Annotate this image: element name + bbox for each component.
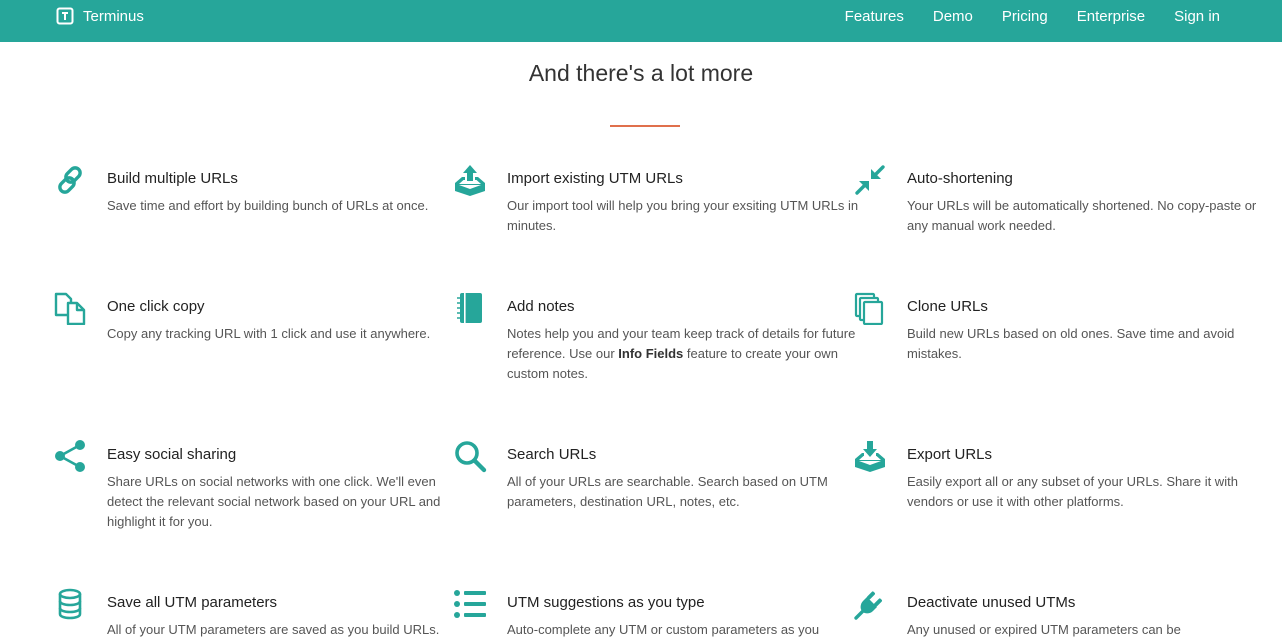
feature-description: Share URLs on social networks with one c…: [107, 474, 441, 529]
feature-title: Import existing UTM URLs: [507, 170, 683, 187]
feature-title: Add notes: [507, 298, 575, 315]
top-navbar: Terminus Features Demo Pricing Enterpris…: [0, 0, 1282, 42]
list-icon: [453, 586, 487, 622]
feature-build-multiple-urls: Build multiple URLs Save time and effort…: [58, 166, 467, 216]
info-fields-label: Info Fields: [618, 346, 684, 361]
feature-utm-suggestions: UTM suggestions as you type Auto-complet…: [454, 590, 867, 640]
feature-description: All of your UTM parameters are saved as …: [107, 622, 440, 637]
feature-description: Notes help you and your team keep track …: [507, 326, 856, 381]
feature-title: One click copy: [107, 298, 205, 315]
share-icon: [53, 438, 87, 474]
feature-description: Copy any tracking URL with 1 click and u…: [107, 326, 431, 341]
feature-description: Our import tool will help you bring your…: [507, 198, 859, 233]
search-icon: [453, 438, 487, 474]
nav-enterprise[interactable]: Enterprise: [1077, 8, 1145, 25]
feature-title: Search URLs: [507, 446, 597, 463]
feature-title: Export URLs: [907, 446, 993, 463]
feature-easy-social-sharing: Easy social sharing Share URLs on social…: [55, 440, 467, 532]
feature-clone-urls: Clone URLs Build new URLs based on old o…: [854, 292, 1267, 364]
feature-title: Save all UTM parameters: [107, 594, 278, 611]
nav-sign-in[interactable]: Sign in: [1174, 8, 1220, 25]
feature-auto-shortening: Auto-shortening Your URLs will be automa…: [855, 165, 1267, 236]
feature-search-urls: Search URLs All of your URLs are searcha…: [455, 441, 867, 512]
feature-import-utm-urls: Import existing UTM URLs Our import tool…: [455, 165, 867, 236]
heading-divider: [610, 125, 680, 127]
section-heading: And there's a lot more: [528, 60, 754, 86]
feature-description: Any unused or expired UTM parameters can…: [907, 622, 1181, 637]
feature-title: Build multiple URLs: [107, 170, 238, 187]
feature-title: Deactivate unused UTMs: [907, 594, 1076, 611]
feature-deactivate-unused-utms: Deactivate unused UTMs Any unused or exp…: [854, 591, 1267, 640]
brand-link[interactable]: Terminus: [56, 6, 144, 26]
feature-description: All of your URLs are searchable. Search …: [507, 474, 828, 509]
copy-icon: [53, 290, 87, 326]
brand-name: Terminus: [83, 7, 144, 25]
feature-title: UTM suggestions as you type: [507, 594, 705, 611]
main-nav: Features Demo Pricing Enterprise Sign in: [816, 6, 1220, 26]
feature-description: Save time and effort by building bunch o…: [107, 198, 429, 213]
link-icon: [53, 162, 87, 198]
feature-export-urls: Export URLs Easily export all or any sub…: [855, 441, 1267, 512]
feature-save-utm-parameters: Save all UTM parameters All of your UTM …: [58, 588, 467, 640]
feature-title: Clone URLs: [907, 298, 988, 315]
plug-icon: [853, 586, 887, 622]
feature-title: Auto-shortening: [907, 170, 1013, 187]
feature-description: Your URLs will be automatically shortene…: [907, 198, 1257, 233]
import-icon: [453, 162, 487, 198]
terminus-logo-icon: [56, 7, 74, 25]
feature-title: Easy social sharing: [107, 446, 237, 463]
feature-description: Easily export all or any subset of your …: [907, 474, 1238, 509]
database-icon: [53, 586, 87, 622]
feature-description: Build new URLs based on old ones. Save t…: [907, 326, 1235, 361]
export-icon: [853, 438, 887, 474]
nav-pricing[interactable]: Pricing: [1002, 8, 1048, 25]
nav-features[interactable]: Features: [845, 8, 904, 25]
feature-add-notes: Add notes Notes help you and your team k…: [457, 293, 867, 384]
notebook-icon: [453, 290, 487, 326]
nav-demo[interactable]: Demo: [933, 8, 973, 25]
clone-icon: [853, 290, 887, 326]
compress-icon: [853, 162, 887, 198]
feature-description: Auto-complete any UTM or custom paramete…: [507, 622, 820, 637]
feature-one-click-copy: One click copy Copy any tracking URL wit…: [54, 292, 467, 344]
